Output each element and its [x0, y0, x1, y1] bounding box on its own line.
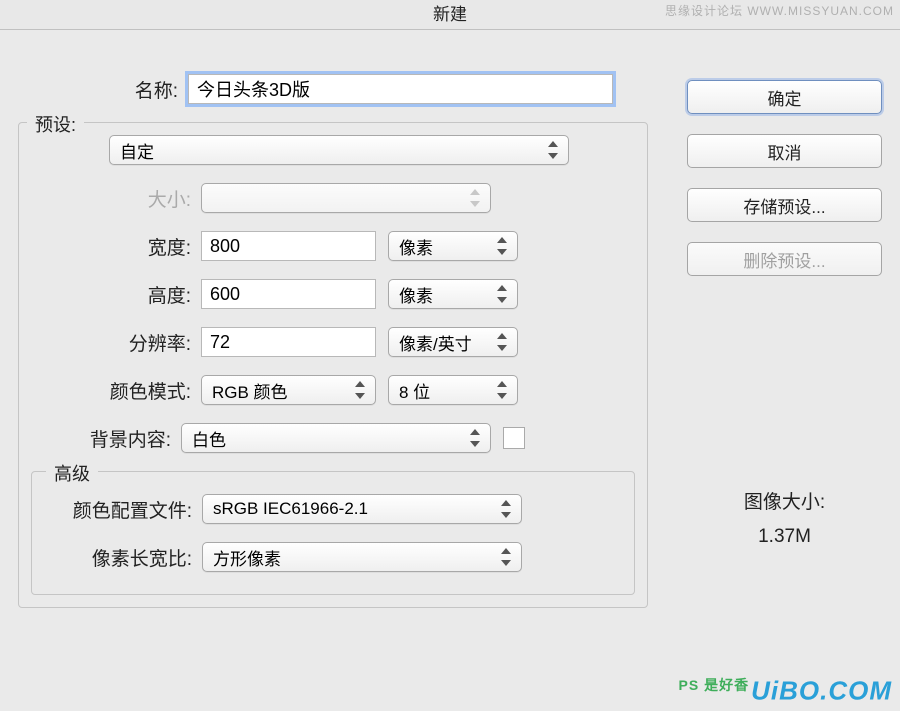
profile-label: 颜色配置文件:: [44, 496, 202, 523]
width-unit-value: 像素: [399, 234, 433, 259]
resolution-unit-value: 像素/英寸: [399, 330, 472, 355]
aspect-select[interactable]: 方形像素: [202, 542, 522, 572]
aspect-label: 像素长宽比:: [44, 544, 202, 571]
stepper-icon: [497, 237, 511, 255]
color-depth-select[interactable]: 8 位: [388, 375, 518, 405]
watermark-ps: PS 是好香: [679, 677, 750, 693]
watermark-top: 思缘设计论坛 WWW.MISSYUAN.COM: [665, 2, 894, 19]
name-label: 名称:: [18, 76, 188, 103]
bg-value: 白色: [192, 426, 226, 451]
height-input[interactable]: [201, 279, 376, 309]
width-input[interactable]: [201, 231, 376, 261]
color-mode-label: 颜色模式:: [31, 377, 201, 404]
preset-fieldset: 预设: 自定 大小: 宽度:: [18, 122, 648, 608]
image-size-info: 图像大小: 1.37M: [687, 486, 882, 554]
profile-value: sRGB IEC61966-2.1: [213, 499, 368, 519]
stepper-icon: [548, 141, 562, 159]
stepper-icon: [497, 285, 511, 303]
ok-button[interactable]: 确定: [687, 80, 882, 114]
stepper-icon: [501, 500, 515, 518]
advanced-legend: 高级: [46, 460, 98, 486]
image-size-value: 1.37M: [687, 520, 882, 554]
height-unit-select[interactable]: 像素: [388, 279, 518, 309]
height-label: 高度:: [31, 281, 201, 308]
name-row: 名称:: [18, 74, 648, 104]
resolution-input[interactable]: [201, 327, 376, 357]
bg-color-swatch[interactable]: [503, 427, 525, 449]
preset-value: 自定: [120, 138, 154, 163]
preset-select[interactable]: 自定: [109, 135, 569, 165]
color-depth-value: 8 位: [399, 378, 430, 403]
bg-select[interactable]: 白色: [181, 423, 491, 453]
button-column: 确定 取消 存储预设... 删除预设... 图像大小: 1.37M: [687, 80, 882, 554]
advanced-fieldset: 高级 颜色配置文件: sRGB IEC61966-2.1 像素长宽比: 方形像素: [31, 471, 635, 595]
preset-label: 预设:: [35, 115, 76, 135]
name-input[interactable]: [188, 74, 613, 104]
stepper-icon: [355, 381, 369, 399]
stepper-icon: [470, 189, 484, 207]
save-preset-button[interactable]: 存储预设...: [687, 188, 882, 222]
profile-select[interactable]: sRGB IEC61966-2.1: [202, 494, 522, 524]
bg-label: 背景内容:: [31, 425, 181, 452]
aspect-value: 方形像素: [213, 545, 281, 570]
stepper-icon: [470, 429, 484, 447]
size-select: [201, 183, 491, 213]
size-label: 大小:: [31, 185, 201, 212]
stepper-icon: [497, 381, 511, 399]
height-unit-value: 像素: [399, 282, 433, 307]
resolution-unit-select[interactable]: 像素/英寸: [388, 327, 518, 357]
image-size-label: 图像大小:: [687, 486, 882, 520]
form-area: 名称: 预设: 自定 大小:: [18, 74, 648, 608]
width-label: 宽度:: [31, 233, 201, 260]
color-mode-value: RGB 颜色: [212, 378, 288, 403]
color-mode-select[interactable]: RGB 颜色: [201, 375, 376, 405]
watermark-bottom: PS 是好香UiBO.COM: [679, 675, 892, 707]
cancel-button[interactable]: 取消: [687, 134, 882, 168]
width-unit-select[interactable]: 像素: [388, 231, 518, 261]
resolution-label: 分辨率:: [31, 329, 201, 356]
delete-preset-button: 删除预设...: [687, 242, 882, 276]
stepper-icon: [497, 333, 511, 351]
new-document-dialog: 确定 取消 存储预设... 删除预设... 图像大小: 1.37M 名称: 预设…: [0, 30, 900, 711]
stepper-icon: [501, 548, 515, 566]
